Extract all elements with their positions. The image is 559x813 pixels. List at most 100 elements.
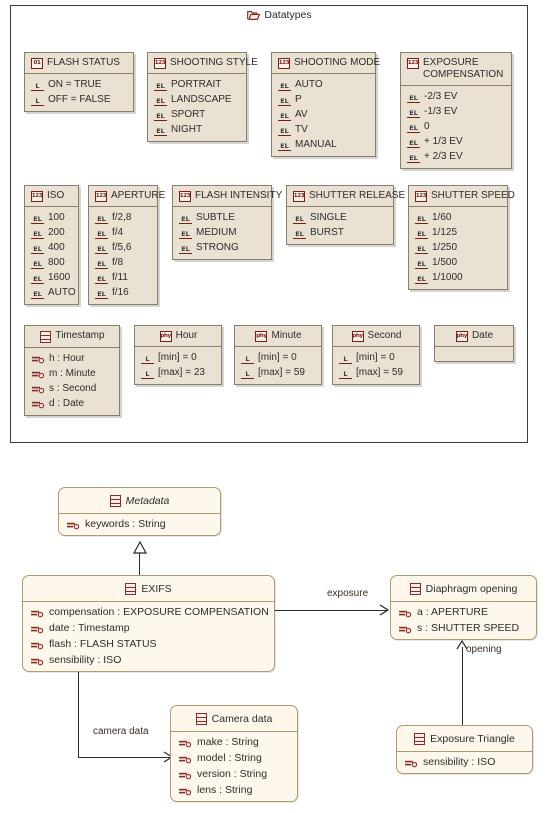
attribute-row[interactable]: model : String	[171, 750, 297, 766]
datatype-box-date[interactable]: phy Date	[434, 325, 514, 362]
enum-literal[interactable]: EL 0	[401, 119, 511, 134]
enum-literal[interactable]: EL NIGHT	[148, 122, 246, 137]
datatype-box-shooting-mode[interactable]: 123 SHOOTING MODE EL AUTO EL P EL AV EL TV E…	[271, 52, 380, 157]
enum-literal[interactable]: EL + 2/3 EV	[401, 149, 511, 164]
enum-literal[interactable]: EL P	[272, 92, 375, 107]
enum-literal[interactable]: L ON = TRUE	[25, 77, 133, 92]
class-icon	[109, 495, 121, 507]
class-box-metadata[interactable]: Metadata keywords : String	[58, 487, 221, 536]
camera-data-association-hline	[78, 757, 170, 759]
literal-EL-icon: EL	[31, 228, 44, 239]
attribute-row[interactable]: date : Timestamp	[23, 620, 274, 636]
enum-literal[interactable]: EL 1/1000	[409, 270, 507, 285]
enum-literal[interactable]: EL -1/3 EV	[401, 104, 511, 119]
enum-literal[interactable]: EL BURST	[287, 225, 393, 240]
literal-EL-icon: EL	[278, 80, 291, 91]
enum-literal[interactable]: EL SUBTLE	[173, 210, 271, 225]
enum-literal[interactable]: EL 1/60	[409, 210, 507, 225]
datatype-name: ISO	[47, 190, 65, 201]
class-box-exifs[interactable]: EXIFS compensation : EXPOSURE COMPENSATI…	[22, 575, 275, 672]
enum-literal[interactable]: EL AUTO	[25, 285, 78, 300]
enum-literal[interactable]: EL f/16	[89, 285, 157, 300]
attribute-row[interactable]: make : String	[171, 734, 297, 750]
datatype-box-hour[interactable]: phy Hour L [min] = 0 L [max] = 23	[134, 325, 222, 385]
literal-EL-icon: EL	[95, 288, 108, 299]
enum-literal[interactable]: EL 200	[25, 225, 78, 240]
datatype-box-second[interactable]: phy Second L [min] = 0 L [max] = 59	[332, 325, 420, 385]
attribute-row[interactable]: s : SHUTTER SPEED	[391, 620, 536, 636]
enum-literal[interactable]: EL TV	[272, 122, 375, 137]
constraint-row[interactable]: L [max] = 23	[135, 365, 221, 380]
attribute-icon	[398, 608, 412, 618]
attribute-row[interactable]: sensibility : ISO	[23, 652, 274, 668]
datatype-box-shutter-release[interactable]: 123 SHUTTER RELEASE EL SINGLE EL BURST	[286, 185, 405, 245]
attribute-row[interactable]: m : Minute	[25, 366, 119, 381]
datatype-box-iso[interactable]: 123 ISO EL 100 EL 200 EL 400 EL 800 EL 1600 E…	[24, 185, 79, 305]
enum-literal[interactable]: EL f/8	[89, 255, 157, 270]
attribute-row[interactable]: h : Hour	[25, 351, 119, 366]
enum-literal[interactable]: EL PORTRAIT	[148, 77, 246, 92]
constraint-row[interactable]: L [min] = 0	[235, 350, 321, 365]
datatype-box-shooting-style[interactable]: 123 SHOOTING STYLE EL PORTRAIT EL LANDSCAP…	[147, 52, 258, 142]
enum-literal[interactable]: EL STRONG	[173, 240, 271, 255]
datatype-box-exposure-compensation[interactable]: 123 EXPOSURE COMPENSATION EL -2/3 EV EL -1…	[400, 52, 512, 169]
folder-icon	[247, 10, 261, 21]
class-box-camera-data[interactable]: Camera data make : String model : String…	[170, 705, 298, 802]
enum-literal[interactable]: EL SPORT	[148, 107, 246, 122]
attribute-row[interactable]: lens : String	[171, 782, 297, 798]
enum-literal[interactable]: EL MEDIUM	[173, 225, 271, 240]
datatype-header: 123 EXPOSURE COMPENSATION	[401, 53, 511, 85]
enum-literal[interactable]: L OFF = FALSE	[25, 92, 133, 107]
constraint-row[interactable]: L [min] = 0	[135, 350, 221, 365]
literal-label: 100	[48, 212, 65, 223]
datatype-name: APERTURE	[111, 190, 166, 201]
enum-literal[interactable]: EL + 1/3 EV	[401, 134, 511, 149]
attribute-row[interactable]: d : Date	[25, 396, 119, 411]
attribute-icon	[178, 786, 192, 796]
constraint-row[interactable]: L [max] = 59	[235, 365, 321, 380]
enum-literal[interactable]: EL AUTO	[272, 77, 375, 92]
literal-label: 400	[48, 242, 65, 253]
class-box-exposure-triangle[interactable]: Exposure Triangle sensibility : ISO	[396, 725, 533, 774]
enum-123-icon: 123	[154, 58, 166, 69]
enum-literal[interactable]: EL 1600	[25, 270, 78, 285]
enum-literal[interactable]: EL f/5,6	[89, 240, 157, 255]
datatype-box-flash-status[interactable]: 01 FLASH STATUS L ON = TRUE L OFF = FALS…	[24, 52, 134, 112]
enum-literal[interactable]: EL MANUAL	[272, 137, 375, 152]
enum-literal[interactable]: EL 1/125	[409, 225, 507, 240]
datatype-box-shutter-speed[interactable]: 123 SHUTTER SPEED EL 1/60 EL 1/125 EL 1/250…	[408, 185, 515, 290]
enum-literal[interactable]: EL 1/500	[409, 255, 507, 270]
attribute-row[interactable]: keywords : String	[59, 516, 220, 532]
enum-literal[interactable]: EL AV	[272, 107, 375, 122]
attribute-row[interactable]: compensation : EXPOSURE COMPENSATION	[23, 604, 274, 620]
literal-EL-icon: EL	[407, 152, 420, 163]
class-box-diaphragm-opening[interactable]: Diaphragm opening a : APERTURE s : SHUTT…	[390, 575, 537, 640]
attribute-row[interactable]: flash : FLASH STATUS	[23, 636, 274, 652]
enum-literal[interactable]: EL f/2,8	[89, 210, 157, 225]
constraint-row[interactable]: L [max] = 59	[333, 365, 419, 380]
enum-literal[interactable]: EL -2/3 EV	[401, 89, 511, 104]
datatype-box-aperture[interactable]: 123 APERTURE EL f/2,8 EL f/4 EL f/5,6 EL f/8…	[88, 185, 165, 305]
enum-literal[interactable]: EL LANDSCAPE	[148, 92, 246, 107]
enum-literal[interactable]: EL f/4	[89, 225, 157, 240]
literal-label: AV	[295, 109, 308, 120]
attribute-row[interactable]: a : APERTURE	[391, 604, 536, 620]
datatype-header: phy Date	[435, 326, 513, 346]
enum-literal[interactable]: EL f/11	[89, 270, 157, 285]
attribute-label: model : String	[197, 752, 262, 764]
datatype-box-timestamp[interactable]: Timestamp h : Hour m : Minute s : Second	[24, 325, 120, 416]
attribute-row[interactable]: version : String	[171, 766, 297, 782]
class-attributes: make : String model : String version : S…	[171, 731, 297, 801]
enum-literal[interactable]: EL 800	[25, 255, 78, 270]
datatype-constraints: L [min] = 0 L [max] = 59	[235, 346, 321, 384]
enum-literal[interactable]: EL 1/250	[409, 240, 507, 255]
enum-literal[interactable]: EL 400	[25, 240, 78, 255]
datatype-box-minute[interactable]: phy Minute L [min] = 0 L [max] = 59	[234, 325, 322, 385]
attribute-row[interactable]: s : Second	[25, 381, 119, 396]
attribute-row[interactable]: sensibility : ISO	[397, 754, 532, 770]
datatype-box-flash-intensity[interactable]: 123 FLASH INTENSITY EL SUBTLE EL MEDIUM EL…	[172, 185, 282, 260]
constraint-row[interactable]: L [min] = 0	[333, 350, 419, 365]
enum-literal[interactable]: EL 100	[25, 210, 78, 225]
datatype-header: 123 SHOOTING MODE	[272, 53, 380, 73]
enum-literal[interactable]: EL SINGLE	[287, 210, 393, 225]
